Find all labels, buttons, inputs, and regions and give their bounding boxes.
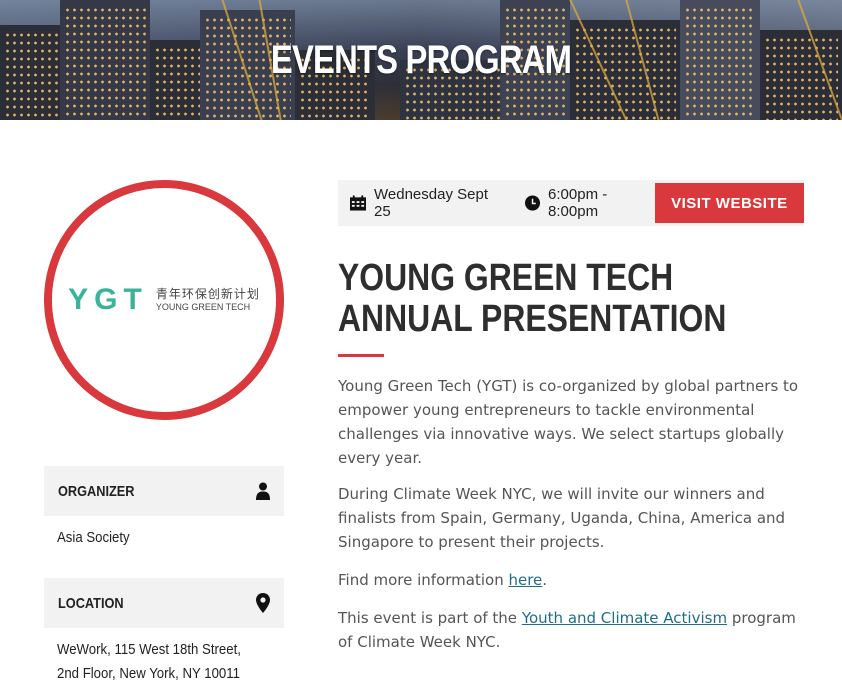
title-divider [338, 354, 384, 357]
logo-lockup: YGT 青年环保创新计划 YOUNG GREEN TECH [68, 283, 260, 317]
logo-chinese-name: 青年环保创新计划 [155, 287, 260, 302]
more-info-text: Find more information here. [338, 568, 808, 592]
logo-letters: YGT [68, 283, 148, 316]
location-header: LOCATION [44, 578, 284, 628]
person-icon [256, 482, 270, 500]
event-date: Wednesday Sept 25 [350, 186, 501, 220]
clock-icon [524, 195, 541, 211]
map-pin-icon [256, 593, 270, 613]
more-info-link[interactable]: here [508, 571, 542, 589]
event-title: YOUNG GREEN TECH ANNUAL PRESENTATION [338, 257, 727, 340]
calendar-icon [350, 195, 367, 211]
location-value: WeWork, 115 West 18th Street, 2nd Floor,… [57, 641, 241, 682]
logo-text: 青年环保创新计划 YOUNG GREEN TECH [156, 287, 260, 312]
event-time: 6:00pm - 8:00pm [524, 186, 655, 220]
event-time-text: 6:00pm - 8:00pm [548, 186, 608, 220]
event-description: Young Green Tech (YGT) is co-organized b… [338, 377, 799, 467]
event-date-text: Wednesday Sept 25 [374, 186, 488, 220]
organizer-value: Asia Society [57, 529, 130, 546]
hero-building [760, 30, 842, 120]
event-participants: During Climate Week NYC, we will invite … [338, 485, 786, 551]
organizer-header: ORGANIZER [44, 466, 284, 516]
organizer-label: ORGANIZER [58, 482, 135, 500]
visit-website-button[interactable]: VISIT WEBSITE [654, 183, 804, 223]
more-info-prefix: Find more information [338, 571, 509, 589]
hero-banner: EVENTS PROGRAM [0, 0, 842, 120]
location-label: LOCATION [58, 594, 124, 612]
program-note-prefix: This event is part of the [338, 609, 522, 627]
organizer-logo: YGT 青年环保创新计划 YOUNG GREEN TECH [44, 180, 284, 420]
event-meta-bar: Wednesday Sept 25 6:00pm - 8:00pm VISIT … [338, 180, 804, 226]
more-info-suffix: . [542, 571, 548, 589]
page-title: EVENTS PROGRAM [270, 38, 572, 82]
program-note: This event is part of the Youth and Clim… [338, 606, 808, 654]
logo-english-name: YOUNG GREEN TECH [155, 301, 251, 312]
program-link[interactable]: Youth and Climate Activism [522, 609, 727, 627]
